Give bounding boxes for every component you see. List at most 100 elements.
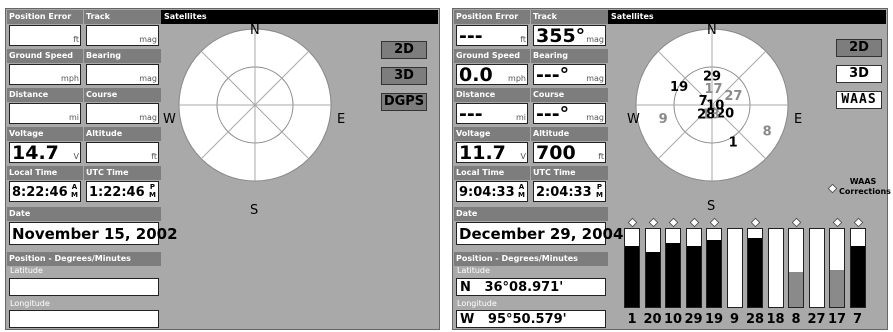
altitude-field[interactable]: Altitude 700 ft [531,127,608,165]
field-value: November 15, 2002 [12,225,178,243]
sky-satellite-1: 1 [729,136,738,151]
signal-bar-label: 20 [643,312,662,327]
compass-south: S [250,203,259,218]
bearing-field[interactable]: Bearing mag [84,49,161,87]
field-label: Altitude [84,127,161,141]
distance-field[interactable]: Distance mi [7,88,83,126]
ground-speed-field[interactable]: Ground Speed 0.0 mph [454,49,530,87]
waas-legend-text: WAAS Corrections [839,177,891,196]
am-pm-indicator: P M [149,183,156,199]
date-field[interactable]: Date December 29, 2004 [454,207,623,247]
field-unit: V [520,152,526,161]
field-value: ---° [536,103,570,125]
local-time-field[interactable]: Local Time 8:22:46 A M [7,166,83,204]
field-unit: mi [515,113,526,122]
satellites-header: Satellites [608,10,886,24]
position-error-field[interactable]: Position Error --- ft [454,10,530,48]
voltage-field[interactable]: Voltage 11.7 V [454,127,530,165]
track-field[interactable]: Track mag [84,10,161,48]
sky-satellite-28: 28 [697,107,715,122]
signal-bar-label: 10 [663,312,683,327]
field-value-box: mag [86,25,159,46]
utc-time-field[interactable]: UTC Time 2:04:33 P M [531,166,608,204]
field-value-box: 8:22:46 A M [9,181,81,202]
field-value: ---° [536,64,570,86]
altitude-field[interactable]: Altitude ft [84,127,161,165]
field-label: Altitude [531,127,608,141]
signal-bar-label: 17 [827,312,847,327]
signal-bar-label: 28 [745,312,765,327]
field-value-box: 9:04:33 A M [456,181,528,202]
signal-bar-fill [666,243,680,307]
signal-bar-label: 27 [807,312,826,327]
field-label: Local Time [454,166,530,180]
signal-bar-18 [767,228,784,308]
latitude-label: Latitude [457,266,490,275]
signal-bar-fill [645,252,660,307]
field-value-box: 14.7 V [9,142,81,164]
field-unit: ft [151,152,157,161]
longitude-value: W 95°50.579' [456,310,606,328]
field-label: Voltage [7,127,83,141]
signal-bar-19 [706,228,722,308]
waas-legend-icon [827,183,838,194]
field-value: 14.7 [12,142,59,164]
distance-field[interactable]: Distance --- mi [454,88,530,126]
field-value-box: mag [86,103,159,124]
field-unit: ft [520,35,526,44]
longitude-value [9,310,159,328]
signal-bar-27 [808,228,825,308]
field-value-box: 2:04:33 P M [533,181,606,202]
date-field[interactable]: Date November 15, 2002 [7,207,178,247]
signal-bar-20 [644,228,661,308]
mode-2d-indicator: 2D [836,39,882,57]
field-value-box: November 15, 2002 [9,222,178,245]
signal-bar-10 [665,228,681,308]
signal-bar-fill [850,246,865,307]
field-value: 8:22:46 [12,185,68,200]
field-label: Bearing [84,49,161,63]
utc-time-field[interactable]: UTC Time 1:22:46 P M [84,166,161,204]
compass-west: W [627,112,640,127]
field-value: 0.0 [459,64,493,86]
bearing-field[interactable]: Bearing ---° mag [531,49,608,87]
position-field[interactable]: Position - Degrees/Minutes Latitude N 36… [454,252,608,330]
course-field[interactable]: Course ---° mag [531,88,608,126]
compass-north: N [250,23,260,38]
position-field[interactable]: Position - Degrees/Minutes Latitude Long… [7,252,161,330]
track-field[interactable]: Track 355° mag [531,10,608,48]
course-field[interactable]: Course mag [84,88,161,126]
local-time-field[interactable]: Local Time 9:04:33 A M [454,166,530,204]
field-value-box: --- ft [456,25,528,47]
compass-south: S [707,199,716,214]
field-value: 700 [536,142,576,164]
compass-west: W [163,112,176,127]
latitude-value: N 36°08.971' [456,278,606,296]
field-label: Course [84,88,161,102]
signal-bar-fill [830,270,844,307]
voltage-field[interactable]: Voltage 14.7 V [7,127,83,165]
position-error-field[interactable]: Position Error ft [7,10,83,48]
field-unit: mph [508,74,526,83]
waas-diamond-icon [709,217,720,228]
signal-bar-fill [686,246,701,307]
field-value: 11.7 [459,142,506,164]
signal-bar-label: 1 [627,312,637,327]
field-unit: V [73,152,79,161]
mode-3d-indicator: 3D [381,67,427,85]
signal-bar-29 [685,228,702,308]
field-unit: mag [586,74,604,83]
field-value-box: 1:22:46 P M [86,181,159,202]
satellites-header: Satellites [161,10,438,24]
field-label: Date [7,207,161,221]
waas-diamond-icon [853,217,863,228]
field-label: Track [84,10,161,24]
sky-satellite-9: 9 [659,112,668,127]
field-unit: mag [139,74,157,83]
field-unit: mph [61,74,79,83]
signal-bar-8 [788,228,804,308]
am-pm-indicator: P M [596,183,603,199]
compass-east: E [794,112,803,127]
ground-speed-field[interactable]: Ground Speed mph [7,49,83,87]
signal-bar-fill [748,238,762,307]
